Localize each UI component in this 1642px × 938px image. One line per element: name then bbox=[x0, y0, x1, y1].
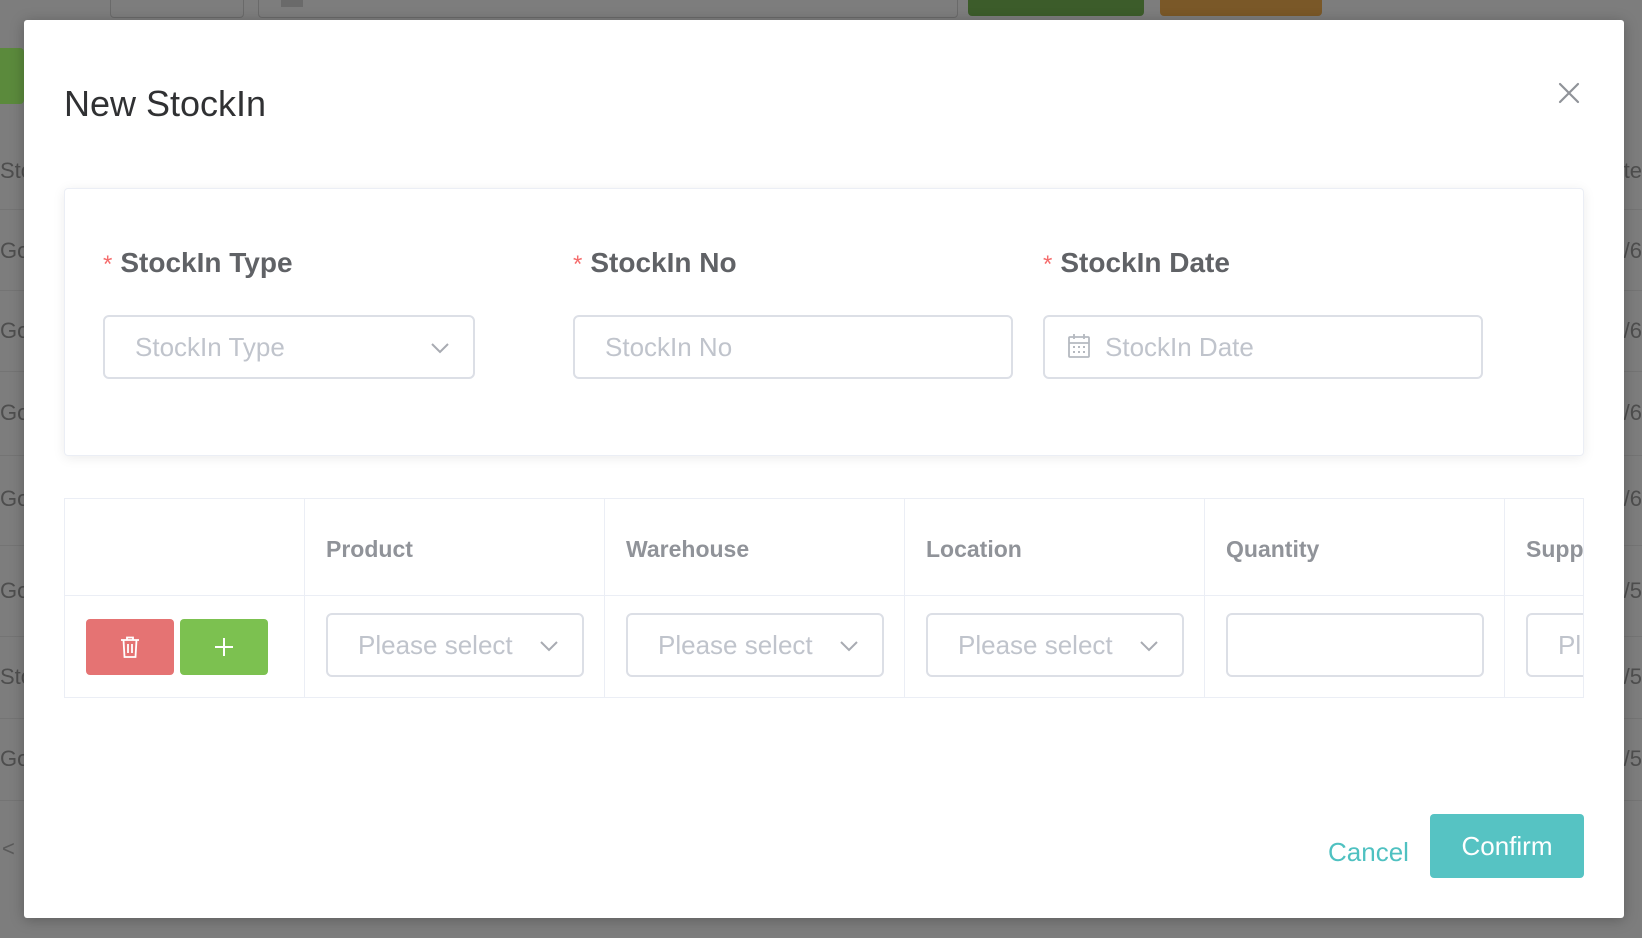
cancel-button[interactable]: Cancel bbox=[1328, 830, 1409, 874]
stockin-no-input[interactable]: StockIn No bbox=[573, 315, 1013, 379]
bg-table-cell: Goo bbox=[0, 238, 24, 263]
row-warehouse-cell: Please select bbox=[605, 596, 905, 697]
dialog-title: New StockIn bbox=[64, 83, 267, 124]
chevron-down-icon bbox=[840, 641, 858, 652]
bg-table-cell: Goo bbox=[0, 486, 24, 511]
required-mark: * bbox=[103, 251, 113, 278]
location-select[interactable]: Please select bbox=[926, 613, 1184, 677]
table-header-warehouse: Warehouse bbox=[605, 499, 905, 595]
row-product-cell: Please select bbox=[305, 596, 605, 697]
close-icon[interactable] bbox=[1554, 78, 1584, 108]
bg-table-cell: Goo bbox=[0, 400, 24, 425]
location-placeholder: Please select bbox=[958, 630, 1113, 660]
bg-search-button bbox=[968, 0, 1144, 16]
stockin-type-placeholder: StockIn Type bbox=[135, 332, 285, 362]
table-header-row: Product Warehouse Location Quantity Supp bbox=[65, 499, 1583, 596]
table-header-supplier: Supp bbox=[1505, 499, 1583, 595]
table-header-actions bbox=[65, 499, 305, 595]
chevron-down-icon bbox=[540, 641, 558, 652]
bg-table-cell: Goo bbox=[0, 578, 24, 603]
warehouse-placeholder: Please select bbox=[658, 630, 813, 660]
bg-table-cell: Goo bbox=[0, 318, 24, 343]
table-header-product: Product bbox=[305, 499, 605, 595]
stockin-items-table: Product Warehouse Location Quantity Supp bbox=[64, 498, 1584, 698]
row-supplier-cell: Pl bbox=[1505, 596, 1583, 697]
bg-pager-prev-icon: < bbox=[2, 836, 15, 861]
product-placeholder: Please select bbox=[358, 630, 513, 660]
quantity-input[interactable] bbox=[1226, 613, 1484, 677]
bg-table-cell: Goo bbox=[0, 746, 24, 771]
supplier-placeholder: Pl bbox=[1558, 630, 1582, 660]
required-mark: * bbox=[573, 251, 583, 278]
chevron-down-icon bbox=[431, 343, 449, 354]
bg-filter-input bbox=[110, 0, 244, 18]
add-row-button[interactable] bbox=[180, 619, 268, 675]
calendar-icon bbox=[1068, 334, 1090, 358]
trash-icon bbox=[121, 636, 139, 658]
stockin-date-label: * StockIn Date bbox=[1043, 247, 1230, 278]
bg-search-input bbox=[258, 0, 958, 18]
stockin-date-picker[interactable]: StockIn Date bbox=[1043, 315, 1483, 379]
table-header-quantity: Quantity bbox=[1205, 499, 1505, 595]
required-mark: * bbox=[1043, 251, 1053, 278]
stockin-form-card: * StockIn Type StockIn Type * StockIn No S… bbox=[64, 188, 1584, 456]
row-quantity-cell bbox=[1205, 596, 1505, 697]
warehouse-select[interactable]: Please select bbox=[626, 613, 884, 677]
stockin-no-label: * StockIn No bbox=[573, 247, 737, 278]
stockin-type-select[interactable]: StockIn Type bbox=[103, 315, 475, 379]
supplier-select[interactable]: Pl bbox=[1526, 613, 1583, 677]
bg-add-button bbox=[0, 48, 24, 104]
chevron-down-icon bbox=[1140, 641, 1158, 652]
delete-row-button[interactable] bbox=[86, 619, 174, 675]
confirm-button[interactable]: Confirm bbox=[1430, 814, 1584, 878]
stockin-type-label: * StockIn Type bbox=[103, 247, 293, 278]
product-select[interactable]: Please select bbox=[326, 613, 584, 677]
bg-table-cell: Sto bbox=[0, 664, 24, 689]
stockin-no-placeholder: StockIn No bbox=[605, 332, 733, 362]
table-row: Please select Please select Please selec… bbox=[65, 596, 1583, 697]
row-actions-cell bbox=[65, 596, 305, 697]
table-header-location: Location bbox=[905, 499, 1205, 595]
new-stockin-dialog: New StockIn * StockIn Type StockIn Type *… bbox=[24, 20, 1624, 918]
bg-reset-button bbox=[1160, 0, 1322, 16]
row-location-cell: Please select bbox=[905, 596, 1205, 697]
plus-icon bbox=[215, 638, 233, 656]
stockin-date-placeholder: StockIn Date bbox=[1105, 332, 1254, 362]
bg-table-cell: Sto bbox=[0, 158, 24, 183]
